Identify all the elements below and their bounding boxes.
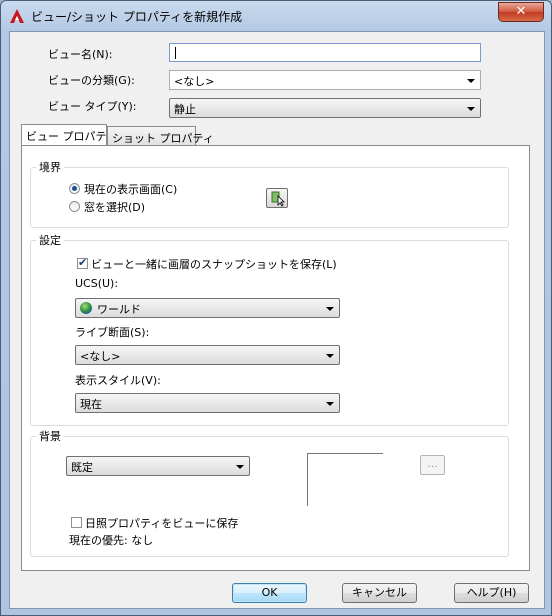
background-type-combo[interactable]: 既定 [66, 456, 250, 476]
radio-current-display[interactable] [69, 183, 80, 194]
background-preview [307, 453, 383, 506]
background-type-value: 既定 [71, 461, 93, 474]
live-section-value: <なし> [80, 350, 121, 363]
live-section-combo[interactable]: <なし> [75, 345, 340, 365]
current-display-label: 現在の表示画面(C) [84, 183, 178, 196]
chevron-down-icon [326, 307, 334, 311]
chevron-down-icon [467, 79, 475, 83]
close-button[interactable]: ✕ [498, 2, 544, 22]
view-type-combo[interactable]: 静止 [169, 98, 481, 118]
visual-style-value: 現在 [80, 398, 102, 411]
dialog-body: ビュー名(N): ビューの分類(G): <なし> ビュー タイプ(Y): 静止 … [9, 31, 545, 609]
tab-shot-properties-label: ショット プロパティ [112, 132, 214, 145]
save-layer-snapshot-checkbox[interactable]: ✔ [77, 256, 88, 269]
view-type-value: 静止 [174, 103, 196, 116]
chevron-down-icon [236, 465, 244, 469]
save-sun-properties-label: 日照プロパティをビューに保存 [85, 517, 239, 530]
view-category-label: ビューの分類(G): [48, 74, 135, 87]
window-title: ビュー/ショット プロパティを新規作成 [31, 10, 243, 24]
tab-panel: 境界 現在の表示画面(C) 窓を選択(D) 設定 ✔ ビューと一緒に画層のスナッ… [21, 145, 530, 571]
ucs-value: ワールド [97, 303, 141, 316]
text-caret [175, 47, 176, 59]
pick-window-icon [271, 191, 285, 207]
chevron-down-icon [326, 402, 334, 406]
checkmark-icon: ✔ [78, 256, 88, 269]
radio-select-window[interactable] [69, 201, 80, 212]
dialog-window: ビュー/ショット プロパティを新規作成 ✕ ビュー名(N): ビューの分類(G)… [0, 0, 552, 616]
title-bar[interactable]: ビュー/ショット プロパティを新規作成 ✕ [1, 1, 551, 31]
live-section-label: ライブ断面(S): [75, 326, 150, 339]
view-category-value: <なし> [174, 75, 215, 88]
visual-style-label: 表示スタイル(V): [75, 374, 161, 387]
autocad-logo-icon [10, 9, 24, 23]
background-browse-button[interactable]: ... [420, 455, 445, 475]
chevron-down-icon [467, 107, 475, 111]
settings-title: 設定 [36, 232, 64, 248]
ucs-combo[interactable]: ワールド [75, 298, 340, 318]
pick-window-button[interactable] [266, 188, 288, 208]
view-category-combo[interactable]: <なし> [169, 70, 481, 90]
cancel-button[interactable]: キャンセル [342, 583, 417, 603]
view-name-input[interactable] [169, 43, 481, 62]
view-name-label: ビュー名(N): [48, 48, 113, 61]
ucs-label: UCS(U): [75, 277, 119, 290]
chevron-down-icon [326, 354, 334, 358]
globe-icon [80, 302, 92, 314]
help-button[interactable]: ヘルプ(H) [454, 583, 529, 603]
tab-shot-properties[interactable]: ショット プロパティ [107, 126, 214, 146]
visual-style-combo[interactable]: 現在 [75, 393, 340, 413]
boundary-title: 境界 [36, 159, 64, 175]
select-window-label: 窓を選択(D) [84, 201, 146, 214]
save-layer-snapshot-label: ビューと一緒に画層のスナップショットを保存(L) [91, 258, 337, 271]
save-sun-properties-checkbox[interactable] [71, 517, 82, 528]
ok-button[interactable]: OK [232, 583, 307, 603]
tab-view-properties-label: ビュー プロパティ [26, 130, 117, 143]
view-type-label: ビュー タイプ(Y): [48, 100, 137, 113]
tab-view-properties[interactable]: ビュー プロパティ [21, 124, 117, 146]
current-override-text: 現在の優先: なし [69, 534, 154, 547]
background-title: 背景 [36, 428, 64, 444]
